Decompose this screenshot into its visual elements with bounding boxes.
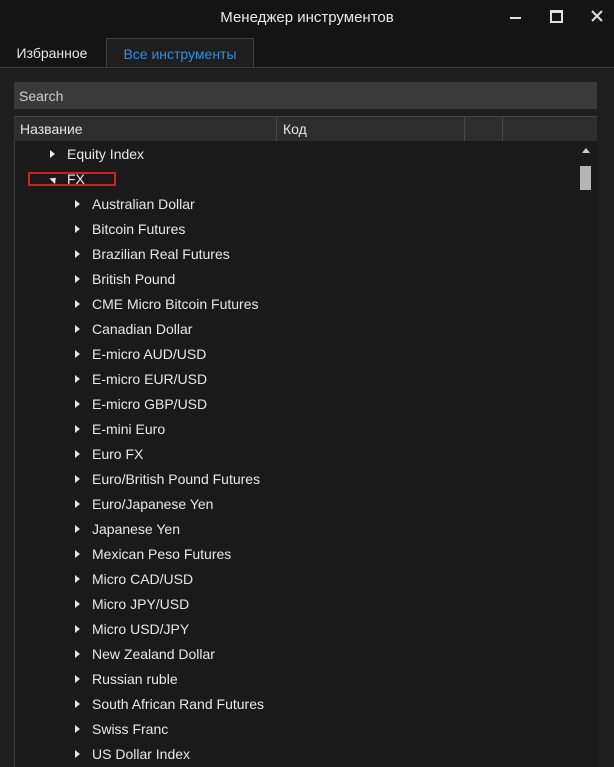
tree-item-label: Mexican Peso Futures — [92, 546, 232, 562]
tree-item-fx-child[interactable]: Canadian Dollar — [15, 317, 575, 342]
caret-right-icon[interactable] — [75, 525, 80, 533]
tree-item-fx-child[interactable]: Swiss Franc — [15, 717, 575, 742]
tab-all-instruments[interactable]: Все инструменты — [106, 38, 254, 68]
tree-item-fx-child[interactable]: E-mini Euro — [15, 417, 575, 442]
tree-item-fx-child[interactable]: Euro/Japanese Yen — [15, 492, 575, 517]
tree-item-equity-index[interactable]: Equity Index — [15, 142, 575, 167]
vertical-scrollbar[interactable] — [577, 143, 595, 767]
tree-item-label: Micro USD/JPY — [92, 621, 190, 637]
tree-item-label: Russian ruble — [92, 671, 178, 687]
caret-right-icon[interactable] — [75, 425, 80, 433]
tree-item-label: US Dollar Index — [92, 746, 191, 762]
tree-item-label: Micro JPY/USD — [92, 596, 190, 612]
column-header-4[interactable] — [503, 117, 597, 141]
caret-right-icon[interactable] — [75, 725, 80, 733]
scroll-up-arrow-icon[interactable] — [582, 148, 590, 153]
close-button[interactable] — [583, 4, 611, 28]
tree-item-label: Canadian Dollar — [92, 321, 193, 337]
title-bar: Менеджер инструментов — [0, 0, 614, 36]
tree-item-fx-child[interactable]: Japanese Yen — [15, 517, 575, 542]
scrollbar-thumb[interactable] — [580, 166, 591, 190]
tree-item-fx-child[interactable]: New Zealand Dollar — [15, 642, 575, 667]
tree-item-label: South African Rand Futures — [92, 696, 264, 712]
caret-right-icon[interactable] — [75, 400, 80, 408]
tree-item-label: British Pound — [92, 271, 176, 287]
caret-right-icon[interactable] — [75, 600, 80, 608]
tree-item-label: Bitcoin Futures — [92, 221, 186, 237]
tree-item-label: E-micro AUD/USD — [92, 346, 207, 362]
close-icon — [591, 10, 603, 22]
tree-item-fx-child[interactable]: South African Rand Futures — [15, 692, 575, 717]
maximize-button[interactable] — [542, 4, 570, 28]
tree-item-label: New Zealand Dollar — [92, 646, 215, 662]
tree-item-fx-child[interactable]: Mexican Peso Futures — [15, 542, 575, 567]
tree-item-label: Euro/Japanese Yen — [92, 496, 214, 512]
tree-item-label: Brazilian Real Futures — [92, 246, 230, 262]
tree-item-fx-child[interactable]: Australian Dollar — [15, 192, 575, 217]
highlight-box — [28, 172, 116, 186]
tree-item-label: Euro/British Pound Futures — [92, 471, 261, 487]
search-input[interactable] — [14, 82, 597, 109]
caret-right-icon[interactable] — [75, 250, 80, 258]
tab-bar: Избранное Все инструменты — [0, 38, 614, 68]
tree-item-fx-child[interactable]: Micro CAD/USD — [15, 567, 575, 592]
minimize-button[interactable] — [501, 4, 529, 28]
caret-right-icon[interactable] — [75, 325, 80, 333]
tab-favorites[interactable]: Избранное — [0, 38, 104, 67]
tree-item-label: Swiss Franc — [92, 721, 169, 737]
column-header: Название Код — [14, 116, 597, 141]
caret-right-icon[interactable] — [50, 150, 55, 158]
tree-item-fx-child[interactable]: US Dollar Index — [15, 742, 575, 767]
caret-right-icon[interactable] — [75, 650, 80, 658]
caret-right-icon[interactable] — [75, 275, 80, 283]
tree-item-label: Equity Index — [67, 146, 145, 162]
tree-item-fx-child[interactable]: Russian ruble — [15, 667, 575, 692]
tree-item-label: CME Micro Bitcoin Futures — [92, 296, 259, 312]
caret-right-icon[interactable] — [75, 350, 80, 358]
caret-right-icon[interactable] — [75, 450, 80, 458]
tree-item-fx-child[interactable]: E-micro GBP/USD — [15, 392, 575, 417]
instrument-tree: Equity Index FX Australian Dollar Bitcoin… — [14, 141, 597, 767]
tree-item-fx-child[interactable]: Brazilian Real Futures — [15, 242, 575, 267]
caret-right-icon[interactable] — [75, 375, 80, 383]
minimize-icon — [509, 17, 521, 19]
tree-item-fx-child[interactable]: E-micro EUR/USD — [15, 367, 575, 392]
maximize-icon — [549, 9, 563, 23]
caret-right-icon[interactable] — [75, 300, 80, 308]
tree-item-fx-child[interactable]: Bitcoin Futures — [15, 217, 575, 242]
caret-right-icon[interactable] — [75, 675, 80, 683]
tree-item-label: E-mini Euro — [92, 421, 166, 437]
tree-item-fx-child[interactable]: Euro FX — [15, 442, 575, 467]
column-header-3[interactable] — [465, 117, 503, 141]
tree-item-fx-child[interactable]: British Pound — [15, 267, 575, 292]
tree-item-fx-child[interactable]: CME Micro Bitcoin Futures — [15, 292, 575, 317]
caret-right-icon[interactable] — [75, 550, 80, 558]
tree-item-label: Japanese Yen — [92, 521, 180, 537]
tree-item-fx-child[interactable]: Euro/British Pound Futures — [15, 467, 575, 492]
caret-right-icon[interactable] — [75, 625, 80, 633]
tree-item-label: Australian Dollar — [92, 196, 195, 212]
tree-item-fx-child[interactable]: Micro USD/JPY — [15, 617, 575, 642]
tree-item-fx-child[interactable]: Micro JPY/USD — [15, 592, 575, 617]
caret-right-icon[interactable] — [75, 750, 80, 758]
tree-item-fx-child[interactable]: E-micro AUD/USD — [15, 342, 575, 367]
tree-item-label: E-micro GBP/USD — [92, 396, 208, 412]
column-header-name[interactable]: Название — [14, 117, 277, 141]
tree-item-label: Micro CAD/USD — [92, 571, 194, 587]
caret-right-icon[interactable] — [75, 475, 80, 483]
caret-right-icon[interactable] — [75, 575, 80, 583]
caret-right-icon[interactable] — [75, 500, 80, 508]
caret-right-icon[interactable] — [75, 225, 80, 233]
caret-right-icon[interactable] — [75, 700, 80, 708]
caret-right-icon[interactable] — [75, 200, 80, 208]
tree-item-label: E-micro EUR/USD — [92, 371, 208, 387]
column-header-code[interactable]: Код — [277, 117, 465, 141]
tree-item-label: Euro FX — [92, 446, 144, 462]
